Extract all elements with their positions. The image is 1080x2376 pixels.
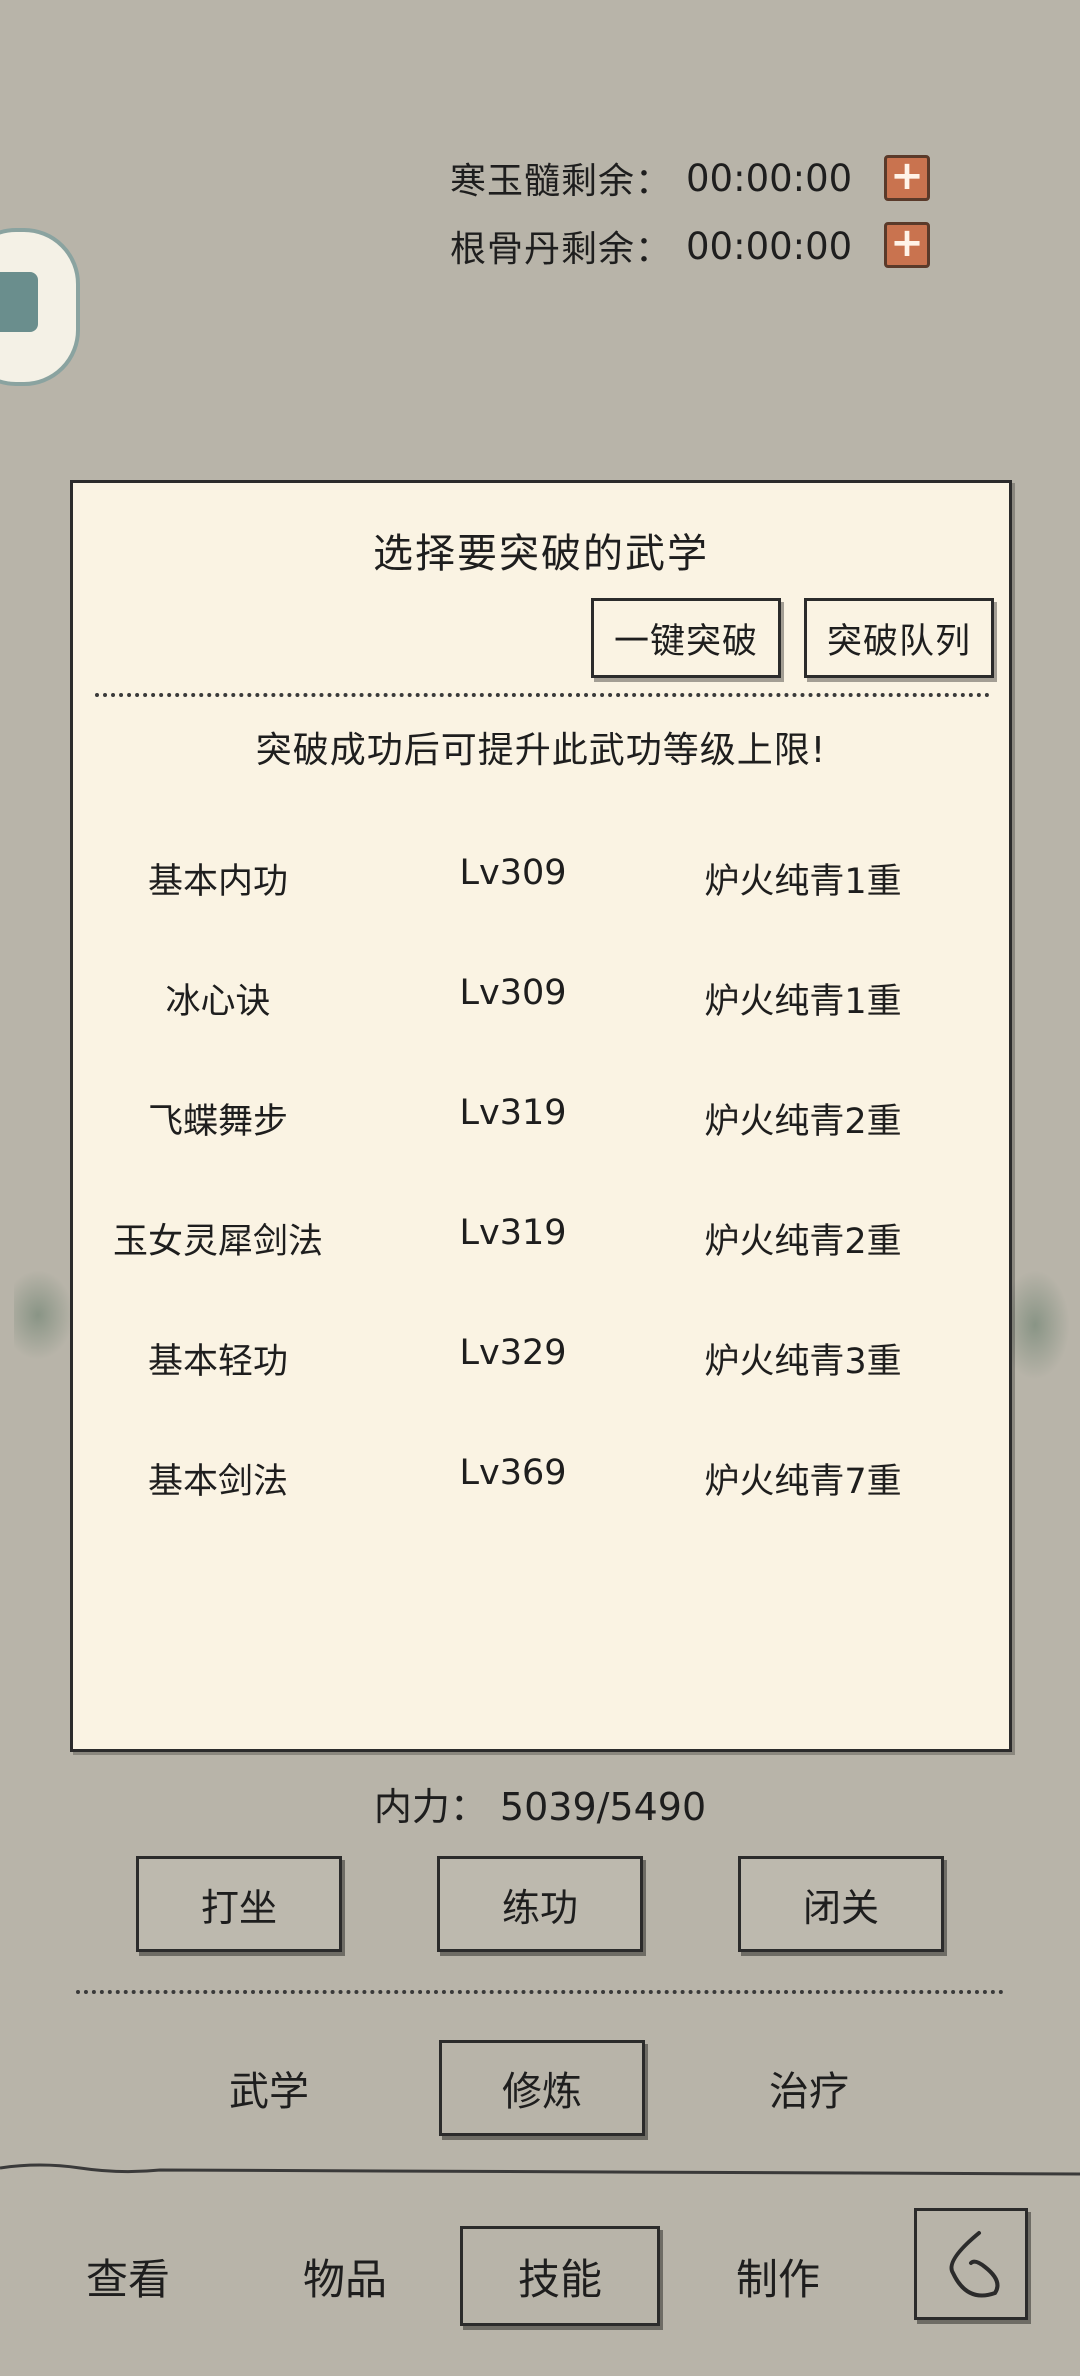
- back-arrow-icon: [949, 2231, 1000, 2298]
- floating-app-icon: [0, 272, 38, 332]
- skill-row[interactable]: 玉女灵犀剑法 Lv319 炉火纯青2重: [73, 1213, 1009, 1273]
- dialog-note: 突破成功后可提升此武功等级上限!: [255, 730, 827, 771]
- add-gengudan-button[interactable]: +: [884, 222, 930, 268]
- skill-level: Lv319: [459, 1213, 567, 1253]
- skill-row[interactable]: 飞蝶舞步 Lv319 炉火纯青2重: [73, 1093, 1009, 1153]
- nav-craft[interactable]: 制作: [678, 2226, 878, 2326]
- divider: [95, 693, 990, 697]
- skill-name: 玉女灵犀剑法: [112, 1222, 323, 1262]
- skill-level: Lv309: [459, 973, 567, 1013]
- skill-requirement: 炉火纯青1重: [704, 982, 902, 1022]
- plus-icon: +: [890, 153, 924, 199]
- seclusion-button[interactable]: 闭关: [738, 1856, 944, 1952]
- breakthrough-queue-button[interactable]: 突破队列: [804, 598, 994, 678]
- skill-requirement: 炉火纯青3重: [704, 1342, 902, 1382]
- skill-requirement: 炉火纯青2重: [704, 1222, 902, 1262]
- tab-cultivate[interactable]: 修炼: [439, 2040, 645, 2136]
- back-button[interactable]: [914, 2208, 1028, 2320]
- skill-row[interactable]: 基本轻功 Lv329 炉火纯青3重: [73, 1333, 1009, 1393]
- divider: [76, 1990, 1004, 1994]
- ink-brush-divider: [0, 2163, 1080, 2176]
- tab-heal[interactable]: 治疗: [706, 2040, 912, 2136]
- skill-name: 基本内功: [147, 862, 288, 902]
- meditate-button[interactable]: 打坐: [136, 1856, 342, 1952]
- skill-requirement: 炉火纯青7重: [704, 1462, 902, 1502]
- skill-level: Lv309: [459, 853, 567, 893]
- skill-name: 飞蝶舞步: [147, 1102, 288, 1142]
- skill-row[interactable]: 基本剑法 Lv369 炉火纯青7重: [73, 1453, 1009, 1513]
- nav-items[interactable]: 物品: [245, 2226, 445, 2326]
- skill-name: 基本轻功: [147, 1342, 288, 1382]
- skill-row[interactable]: 基本内功 Lv309 炉火纯青1重: [73, 853, 1009, 913]
- timer-value: 00:00:00: [686, 224, 853, 268]
- breakthrough-dialog: 选择要突破的武学 一键突破 突破队列 突破成功后可提升此武功等级上限! 基本内功…: [70, 480, 1012, 1752]
- timer-value: 00:00:00: [686, 156, 853, 200]
- timer-row-gengudan: 根骨丹剩余： 00:00:00: [450, 216, 852, 276]
- internal-energy-readout: 内力： 5039/5490: [373, 1785, 707, 1829]
- tab-martial-arts[interactable]: 武学: [166, 2040, 372, 2136]
- dialog-title: 选择要突破的武学: [373, 531, 709, 577]
- nav-skills[interactable]: 技能: [460, 2226, 660, 2326]
- ink-decoration: [14, 1270, 74, 1360]
- timer-label: 根骨丹剩余：: [450, 229, 673, 270]
- skill-name: 基本剑法: [147, 1462, 288, 1502]
- practice-button[interactable]: 练功: [437, 1856, 643, 1952]
- skill-requirement: 炉火纯青1重: [704, 862, 902, 902]
- skill-name: 冰心诀: [165, 982, 271, 1022]
- timer-row-hanyusui: 寒玉髓剩余： 00:00:00: [450, 148, 852, 208]
- skill-level: Lv369: [459, 1453, 567, 1493]
- skill-requirement: 炉火纯青2重: [704, 1102, 902, 1142]
- skill-level: Lv329: [459, 1333, 567, 1373]
- floating-menu-button[interactable]: [0, 228, 80, 386]
- one-click-breakthrough-button[interactable]: 一键突破: [591, 598, 781, 678]
- plus-icon: +: [890, 220, 924, 266]
- timer-label: 寒玉髓剩余：: [450, 161, 673, 202]
- nav-view[interactable]: 查看: [28, 2226, 228, 2326]
- skill-level: Lv319: [459, 1093, 567, 1133]
- skill-row[interactable]: 冰心诀 Lv309 炉火纯青1重: [73, 973, 1009, 1033]
- add-hanyusui-button[interactable]: +: [884, 155, 930, 201]
